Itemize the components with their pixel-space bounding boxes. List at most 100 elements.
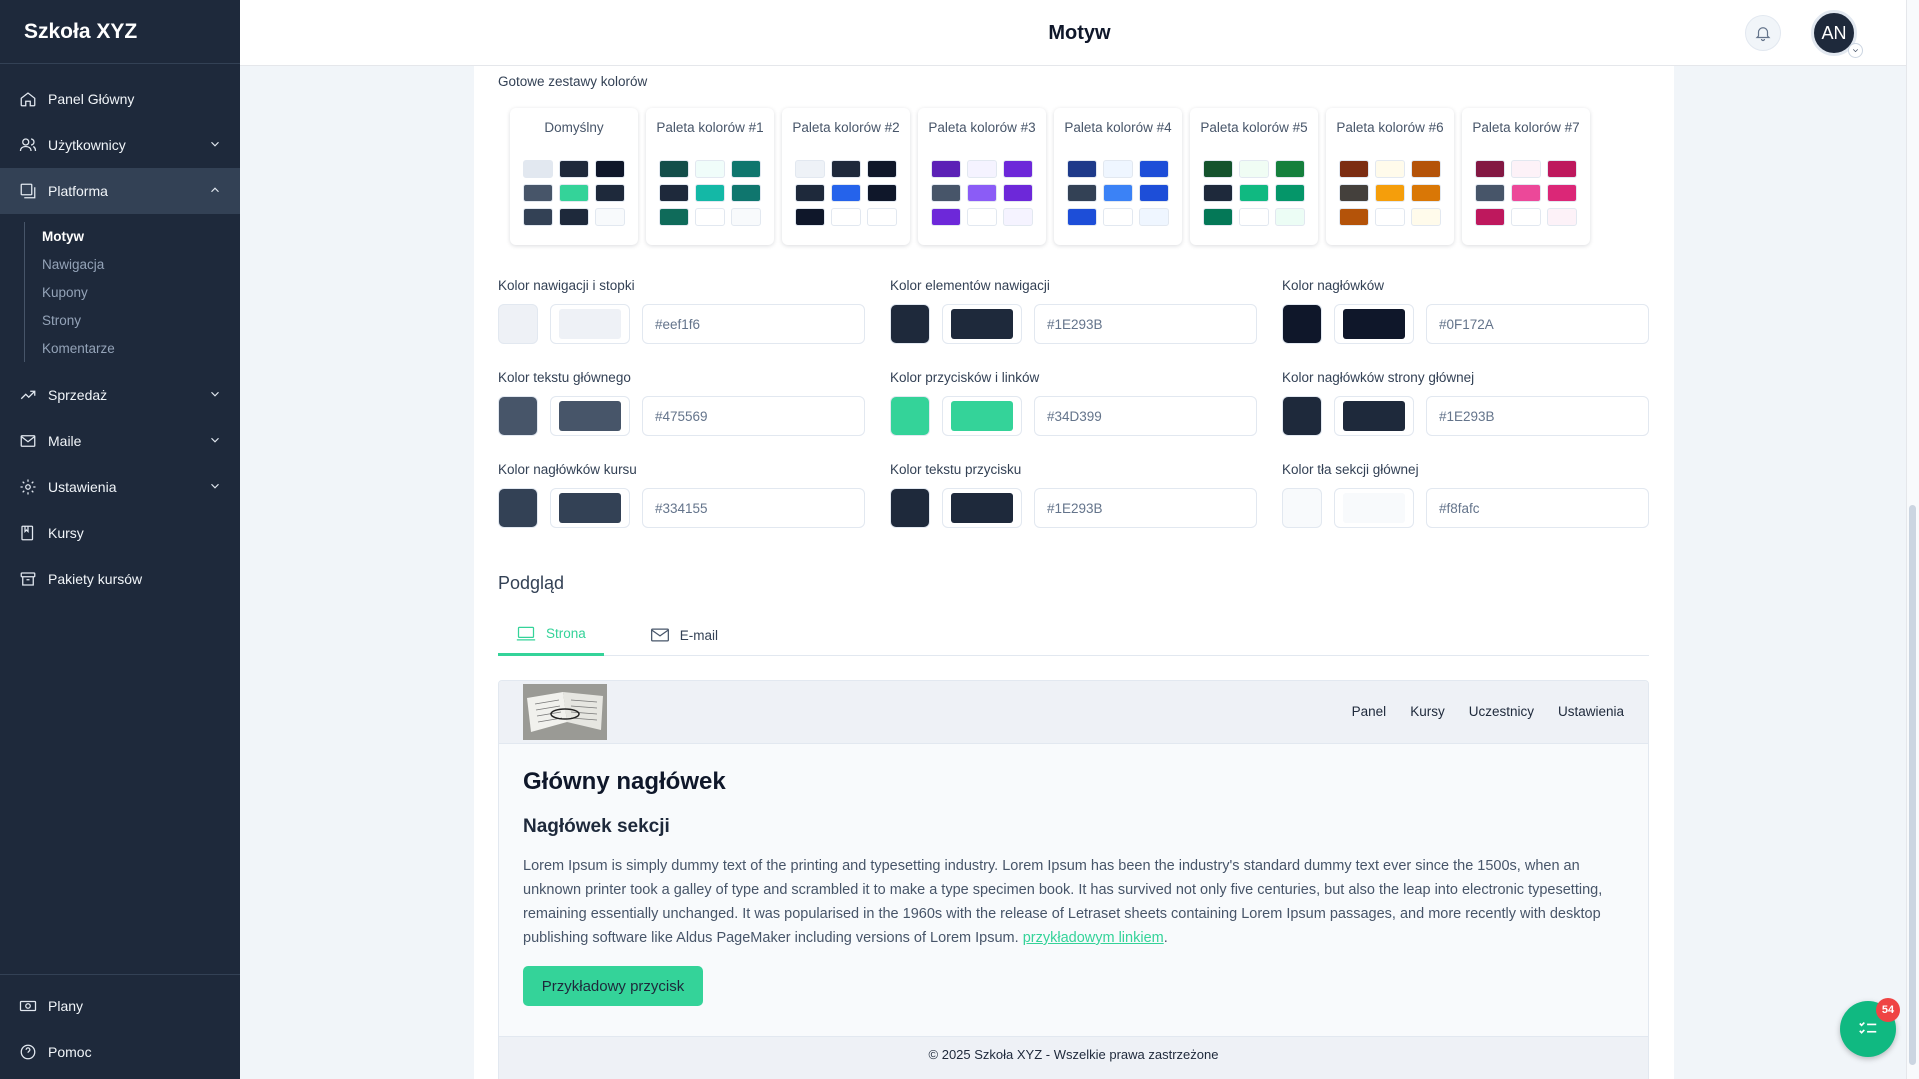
color-swatch[interactable]	[498, 396, 538, 436]
color-picker[interactable]	[1334, 396, 1414, 436]
palette-swatch	[559, 184, 589, 202]
chevron-down-icon	[208, 137, 222, 154]
preview-nav-link[interactable]: Panel	[1352, 704, 1387, 719]
color-swatch[interactable]	[890, 488, 930, 528]
color-field-row	[498, 488, 890, 528]
palette-swatches	[1339, 160, 1441, 226]
color-swatch[interactable]	[890, 304, 930, 344]
color-field: Kolor nagłówków strony głównej	[1282, 370, 1649, 446]
color-field: Kolor tła sekcji głównej	[1282, 462, 1649, 538]
color-picker[interactable]	[550, 488, 630, 528]
palette-swatches	[931, 160, 1033, 226]
color-picker[interactable]	[942, 396, 1022, 436]
color-picker[interactable]	[1334, 488, 1414, 528]
palette-list: Domyślny Paleta kolorów #1 Paleta kolorów …	[510, 108, 1590, 245]
sidebar-item-settings[interactable]: Ustawienia	[0, 464, 240, 510]
sidebar-item-courses[interactable]: Kursy	[0, 510, 240, 556]
preview-nav-link[interactable]: Kursy	[1410, 704, 1445, 719]
palette-card[interactable]: Paleta kolorów #6	[1326, 108, 1454, 245]
notifications-button[interactable]	[1745, 15, 1781, 51]
sidebar-item-label: Platforma	[48, 183, 108, 199]
palette-card[interactable]: Paleta kolorów #1	[646, 108, 774, 245]
palette-swatch	[831, 160, 861, 178]
color-hex-input[interactable]	[1426, 304, 1649, 344]
color-hex-input[interactable]	[642, 488, 865, 528]
palette-swatch	[1411, 184, 1441, 202]
chevron-down-icon[interactable]	[1848, 43, 1863, 58]
color-swatch[interactable]	[498, 304, 538, 344]
palette-swatch	[595, 160, 625, 178]
color-picker-fill	[559, 401, 621, 431]
color-hex-input[interactable]	[642, 396, 865, 436]
palette-swatch	[795, 184, 825, 202]
preview-link-suffix: .	[1163, 930, 1168, 946]
palette-swatch	[867, 208, 897, 226]
color-picker[interactable]	[942, 488, 1022, 528]
sidebar-item-plans[interactable]: Plany	[0, 983, 240, 1029]
color-picker[interactable]	[550, 396, 630, 436]
sidebar-item-course-packages[interactable]: Pakiety kursów	[0, 556, 240, 602]
subnav-item-comments[interactable]: Komentarze	[42, 334, 240, 362]
color-picker[interactable]	[1334, 304, 1414, 344]
sidebar-item-help[interactable]: Pomoc	[0, 1029, 240, 1075]
sidebar-item-platform[interactable]: Platforma	[0, 168, 240, 214]
color-swatch[interactable]	[1282, 304, 1322, 344]
palette-swatch	[795, 160, 825, 178]
color-swatch[interactable]	[1282, 396, 1322, 436]
tab-page[interactable]: Strona	[498, 614, 604, 656]
preview-sample-button[interactable]: Przykładowy przycisk	[523, 966, 703, 1006]
color-hex-input[interactable]	[1034, 396, 1257, 436]
color-hex-input[interactable]	[1426, 488, 1649, 528]
tab-email[interactable]: E-mail	[632, 614, 736, 656]
palette-swatch	[1475, 184, 1505, 202]
palette-card[interactable]: Paleta kolorów #4	[1054, 108, 1182, 245]
color-hex-input[interactable]	[1034, 304, 1257, 344]
preview-sample-link[interactable]: przykładowym linkiem	[1023, 930, 1164, 946]
chevron-up-icon	[208, 183, 222, 200]
palette-name: Domyślny	[544, 120, 604, 135]
brand-logo[interactable]: Szkoła XYZ	[0, 0, 240, 64]
preview-nav-link[interactable]: Ustawienia	[1558, 704, 1624, 719]
color-swatch[interactable]	[1282, 488, 1322, 528]
sidebar-item-mails[interactable]: Maile	[0, 418, 240, 464]
sidebar-item-panel[interactable]: Panel Główny	[0, 76, 240, 122]
subnav-item-pages[interactable]: Strony	[42, 306, 240, 334]
palette-card[interactable]: Paleta kolorów #5	[1190, 108, 1318, 245]
color-picker[interactable]	[550, 304, 630, 344]
sidebar-bottom: Plany Pomoc	[0, 974, 240, 1079]
subnav-item-coupons[interactable]: Kupony	[42, 278, 240, 306]
color-swatch[interactable]	[890, 396, 930, 436]
subnav-item-theme[interactable]: Motyw	[42, 222, 240, 250]
palette-card[interactable]: Paleta kolorów #7	[1462, 108, 1590, 245]
sidebar-item-sales[interactable]: Sprzedaż	[0, 372, 240, 418]
color-hex-input[interactable]	[1034, 488, 1257, 528]
palette-swatch	[659, 184, 689, 202]
preview-navbar: Panel Kursy Uczestnicy Ustawienia	[499, 681, 1648, 744]
sidebar-item-label: Pakiety kursów	[48, 571, 143, 587]
color-field-label: Kolor tekstu przycisku	[890, 462, 1022, 477]
preview-nav-link[interactable]: Uczestnicy	[1469, 704, 1534, 719]
preview-logo-image	[523, 684, 607, 740]
palette-swatch	[1103, 208, 1133, 226]
color-hex-input[interactable]	[642, 304, 865, 344]
palette-swatch	[1275, 208, 1305, 226]
users-icon	[18, 135, 38, 155]
preview-footer: © 2025 Szkoła XYZ - Wszelkie prawa zastr…	[499, 1036, 1648, 1079]
sidebar-item-label: Panel Główny	[48, 91, 135, 107]
color-field-label: Kolor przycisków i linków	[890, 370, 1040, 385]
palette-swatch	[1339, 160, 1369, 178]
color-picker[interactable]	[942, 304, 1022, 344]
palette-card[interactable]: Domyślny	[510, 108, 638, 245]
color-field-row	[1282, 304, 1649, 344]
laptop-icon	[516, 626, 536, 640]
palette-card[interactable]: Paleta kolorów #3	[918, 108, 1046, 245]
color-hex-input[interactable]	[1426, 396, 1649, 436]
presets-title: Gotowe zestawy kolorów	[498, 74, 648, 89]
palette-swatch	[731, 208, 761, 226]
scrollbar-thumb[interactable]	[1909, 505, 1916, 1065]
palette-card[interactable]: Paleta kolorów #2	[782, 108, 910, 245]
color-swatch[interactable]	[498, 488, 538, 528]
sidebar-item-users[interactable]: Użytkownicy	[0, 122, 240, 168]
subnav-item-navigation[interactable]: Nawigacja	[42, 250, 240, 278]
color-picker-fill	[951, 401, 1013, 431]
